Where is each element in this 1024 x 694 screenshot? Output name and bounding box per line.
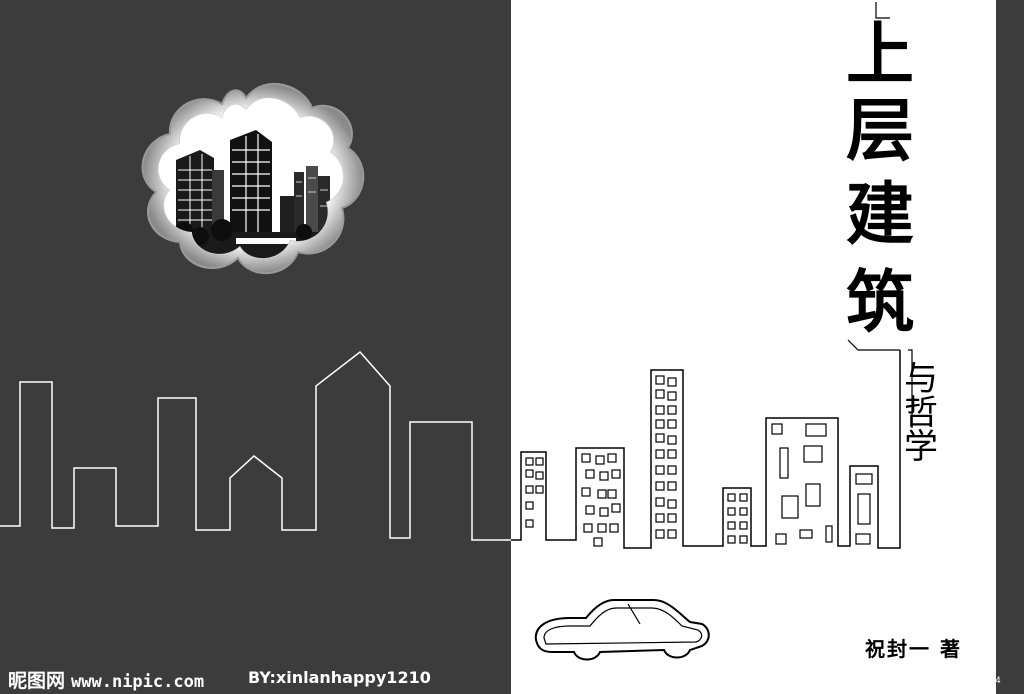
watermark-site-name: 昵图网 (8, 670, 66, 692)
car-outline-icon (534, 599, 710, 661)
skyline-photo-frame (141, 82, 365, 274)
title-char-3: 建 (846, 176, 914, 255)
watermark-image-number: NO:20100714170931011774 (876, 676, 1001, 686)
subtitle-char-1: 与 (904, 359, 938, 399)
watermark-site-url: www.nipic.com (71, 672, 205, 692)
watermark-site: 昵图网 www.nipic.com (8, 666, 204, 693)
author-name: 祝封一 著 (865, 637, 962, 661)
subtitle-char-3: 学 (904, 427, 938, 467)
title-char-4: 筑 (846, 264, 914, 343)
title-char-1: 上 (846, 16, 914, 95)
subtitle-char-2: 哲 (904, 393, 938, 433)
book-cover: 上 层 建 筑 与 哲 学 祝封一 著 昵图网 www.nipic.com BY:… (0, 0, 1024, 694)
title-char-2: 层 (846, 92, 914, 171)
skyline-outline (0, 350, 511, 541)
watermark-author: BY:xinlanhappy1210 (248, 668, 431, 687)
building-windows (525, 375, 873, 547)
